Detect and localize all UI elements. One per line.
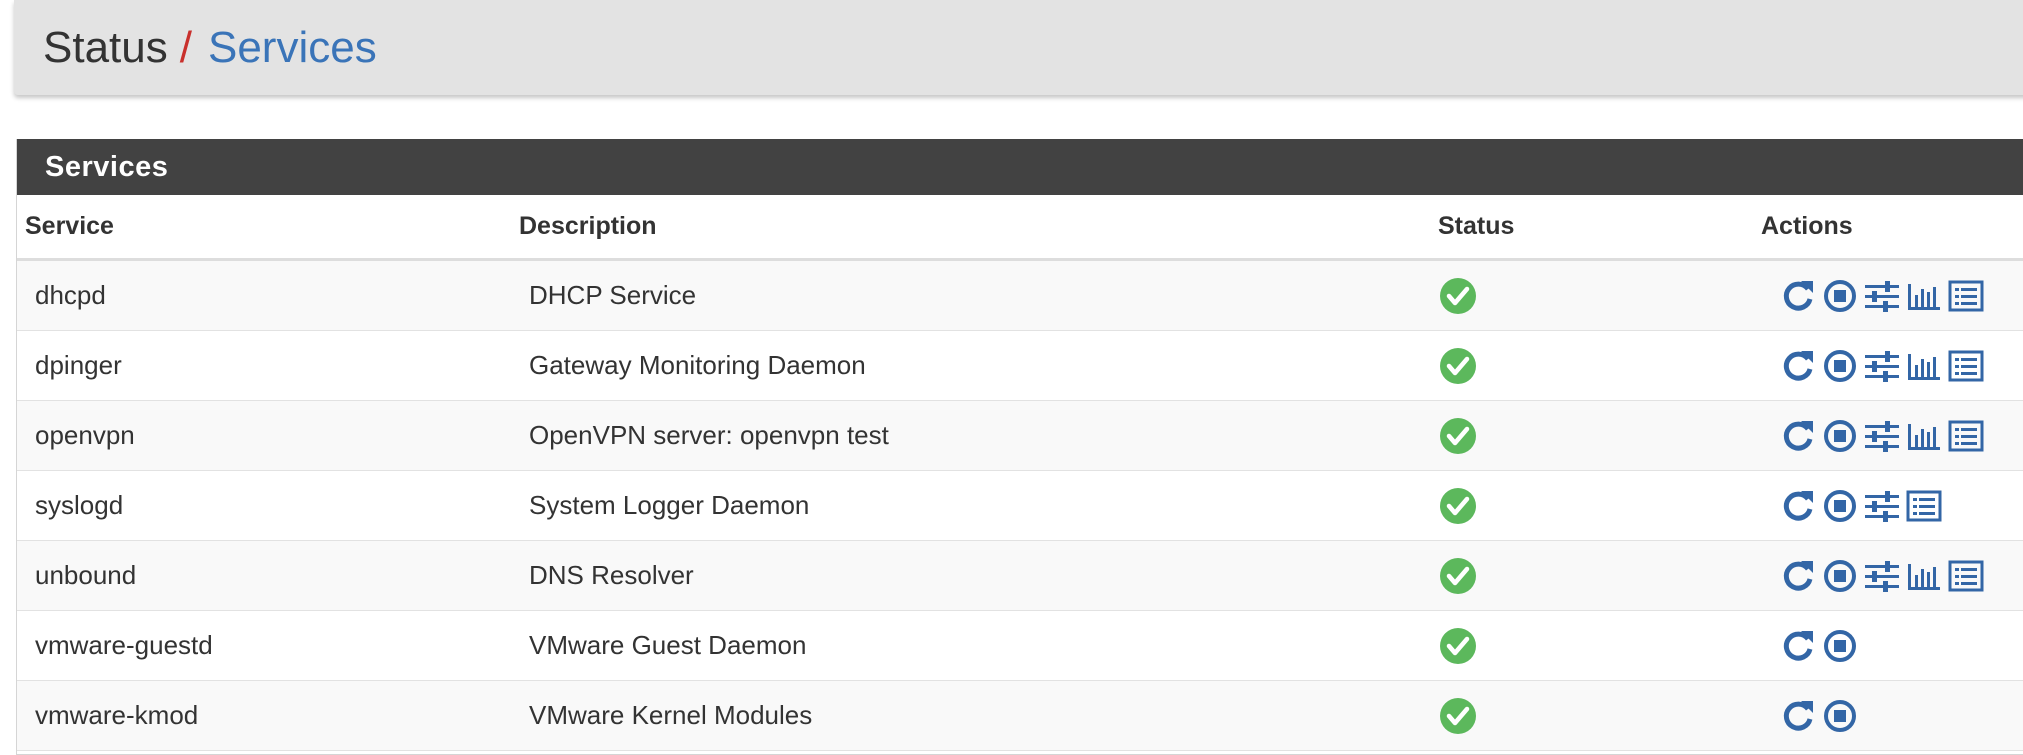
stop-icon[interactable] [1821,627,1859,665]
log-list-icon[interactable] [1947,557,1985,595]
table-row: dhcpd DHCP Service [17,259,2023,331]
check-circle-icon [1440,347,1476,384]
actions-cell [1753,680,2023,751]
breadcrumb: Status / Services [14,0,2023,95]
service-name: unbound [17,540,511,611]
table-row: unbound DNS Resolver [17,540,2023,611]
restart-icon[interactable] [1779,417,1817,455]
stop-icon[interactable] [1821,277,1859,315]
restart-icon[interactable] [1779,487,1817,525]
service-name: openvpn [17,400,511,471]
settings-sliders-icon[interactable] [1863,417,1901,455]
status-cell [1430,680,1753,751]
actions-cell [1753,540,2023,611]
check-circle-icon [1440,557,1476,594]
table-row: dpinger Gateway Monitoring Daemon [17,330,2023,401]
log-list-icon[interactable] [1947,277,1985,315]
service-name: vmware-kmod [17,680,511,751]
table-row: vmware-kmod VMware Kernel Modules [17,680,2023,751]
service-description: VMware Guest Daemon [511,610,1430,681]
log-list-icon[interactable] [1905,487,1943,525]
check-circle-icon [1440,487,1476,524]
service-description: OpenVPN server: openvpn test [511,400,1430,471]
bar-chart-icon[interactable] [1905,347,1943,385]
status-cell [1430,540,1753,611]
status-cell [1430,259,1753,331]
settings-sliders-icon[interactable] [1863,557,1901,595]
check-circle-icon [1440,697,1476,734]
service-description: System Logger Daemon [511,470,1430,541]
breadcrumb-current[interactable]: Services [208,23,377,73]
status-cell [1430,610,1753,681]
service-description: Gateway Monitoring Daemon [511,330,1430,401]
actions-cell [1753,610,2023,681]
bar-chart-icon[interactable] [1905,417,1943,455]
restart-icon[interactable] [1779,627,1817,665]
check-circle-icon [1440,277,1476,314]
status-cell [1430,330,1753,401]
table-row: vmware-guestd VMware Guest Daemon [17,610,2023,681]
stop-icon[interactable] [1821,347,1859,385]
table-header-row: Service Description Status Actions [17,195,2023,261]
restart-icon[interactable] [1779,557,1817,595]
stop-icon[interactable] [1821,557,1859,595]
settings-sliders-icon[interactable] [1863,487,1901,525]
service-name: vmware-guestd [17,610,511,681]
service-name: syslogd [17,470,511,541]
log-list-icon[interactable] [1947,417,1985,455]
service-name: dhcpd [17,259,511,331]
breadcrumb-root[interactable]: Status [43,23,168,73]
actions-cell [1753,400,2023,471]
status-cell [1430,470,1753,541]
column-header-description: Description [511,195,1430,261]
actions-cell [1753,259,2023,331]
services-panel: Services Service Description Status Acti… [16,139,2023,755]
column-header-actions: Actions [1753,195,2023,261]
service-name: dpinger [17,330,511,401]
settings-sliders-icon[interactable] [1863,347,1901,385]
column-header-service: Service [17,195,511,261]
service-description: VMware Kernel Modules [511,680,1430,751]
breadcrumb-separator: / [179,22,192,72]
panel-title: Services [17,139,2023,195]
stop-icon[interactable] [1821,417,1859,455]
stop-icon[interactable] [1821,697,1859,735]
bar-chart-icon[interactable] [1905,277,1943,315]
check-circle-icon [1440,627,1476,664]
table-row: syslogd System Logger Daemon [17,470,2023,541]
restart-icon[interactable] [1779,697,1817,735]
settings-sliders-icon[interactable] [1863,277,1901,315]
check-circle-icon [1440,417,1476,454]
stop-icon[interactable] [1821,487,1859,525]
restart-icon[interactable] [1779,347,1817,385]
actions-cell [1753,330,2023,401]
actions-cell [1753,470,2023,541]
services-table: Service Description Status Actions dhcpd… [17,195,2023,751]
service-description: DHCP Service [511,259,1430,331]
service-description: DNS Resolver [511,540,1430,611]
status-cell [1430,400,1753,471]
restart-icon[interactable] [1779,277,1817,315]
bar-chart-icon[interactable] [1905,557,1943,595]
column-header-status: Status [1430,195,1753,261]
log-list-icon[interactable] [1947,347,1985,385]
table-row: openvpn OpenVPN server: openvpn test [17,400,2023,471]
